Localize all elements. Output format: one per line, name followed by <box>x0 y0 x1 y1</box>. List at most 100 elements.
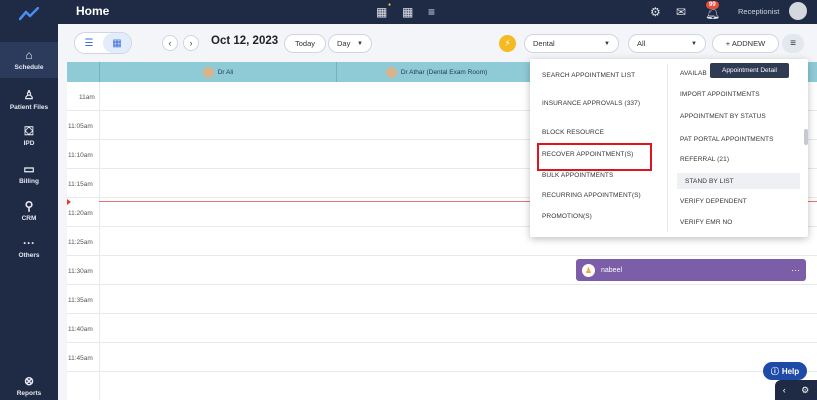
sidebar-item-label: IPD <box>23 140 35 147</box>
gear-icon: ⚙ <box>801 384 810 395</box>
sidebar-item-schedule[interactable]: ⌂ Schedule <box>0 42 58 78</box>
view-toggle: ☰ ▦ <box>74 32 132 54</box>
chevron-down-icon: ▼ <box>357 40 363 47</box>
sidebar-item-label: Billing <box>19 178 39 185</box>
toolbar: ☰ ▦ ‹ › Oct 12, 2023 Today Day ▼ ⚡︎ Dent… <box>58 24 817 62</box>
app-logo[interactable] <box>0 0 58 28</box>
person-icon: ♙ <box>23 88 35 102</box>
view-select[interactable]: Day ▼ <box>328 34 372 53</box>
help-button[interactable]: ⓘ Help <box>763 362 807 380</box>
calendar-badge-icon: ● <box>388 2 392 8</box>
menu-item-insurance-approvals[interactable]: INSURANCE APPROVALS (337) <box>542 100 640 107</box>
notification-badge: 99 <box>706 1 719 9</box>
chevron-down-icon: ▼ <box>604 40 610 47</box>
sidebar-item-label: Others <box>18 252 40 259</box>
mail-icon[interactable]: ✉ <box>676 5 686 19</box>
view-select-value: Day <box>337 39 351 48</box>
menu-item-referral[interactable]: REFERRAL (21) <box>680 156 729 163</box>
chevron-left-icon: ‹ <box>782 385 786 395</box>
sidebar: ⌂ Schedule ♙ Patient Files ⛋ IPD ▭ Billi… <box>0 0 58 400</box>
collapse-tab[interactable]: ‹ ⚙ <box>775 380 817 400</box>
bolt-icon[interactable]: ⚡︎ <box>499 35 516 52</box>
time-label: 11:25am <box>68 239 93 246</box>
dropdown-divider <box>667 64 668 232</box>
time-slot-row[interactable]: 11:40am <box>67 314 817 343</box>
dropdown-scrollbar[interactable] <box>804 129 808 145</box>
doctor-avatar <box>202 66 214 78</box>
grid-calendar-icon[interactable]: ▦ <box>402 5 413 19</box>
department-select-value: Dental <box>533 39 555 48</box>
menu-item-search-appointment-list[interactable]: SEARCH APPOINTMENT LIST <box>542 72 635 79</box>
top-header: Home ▦ ● ▦ ≡ ⚙ ✉ 🔔︎ 99 Receptionist <box>58 0 817 24</box>
today-button[interactable]: Today <box>284 34 326 53</box>
help-icon: ⓘ <box>770 366 779 376</box>
sidebar-item-crm[interactable]: ⚲ CRM <box>0 193 58 229</box>
menu-item-import-appointments[interactable]: IMPORT APPOINTMENTS <box>680 91 760 98</box>
billing-icon: ▭ <box>23 162 35 176</box>
avatar[interactable] <box>789 2 807 20</box>
menu-item-appointment-by-status[interactable]: APPOINTMENT BY STATUS <box>680 113 766 120</box>
doctor-name: Dr Athar (Dental Exam Room) <box>400 68 488 76</box>
home-icon: ⌂ <box>25 48 33 62</box>
sidebar-item-patient-files[interactable]: ♙ Patient Files <box>0 82 58 118</box>
current-time-marker <box>67 199 71 205</box>
filter-select-value: All <box>637 39 646 48</box>
sidebar-item-ipd[interactable]: ⛋ IPD <box>0 118 58 154</box>
time-label: 11:40am <box>68 326 93 333</box>
next-date-button[interactable]: › <box>183 35 199 51</box>
list-icon[interactable]: ≡ <box>428 5 435 19</box>
menu-item-promotions[interactable]: PROMOTION(S) <box>542 213 592 220</box>
department-select[interactable]: Dental ▼ <box>524 34 619 53</box>
time-label: 11:30am <box>68 268 93 275</box>
user-role[interactable]: Receptionist <box>738 7 779 16</box>
tooltip: Appointment Detail <box>710 63 789 78</box>
calendar-view-icon[interactable]: ▦ <box>103 33 131 53</box>
settings-icon[interactable]: ⚙ <box>650 5 661 19</box>
list-view-icon[interactable]: ☰ <box>75 33 103 53</box>
time-label: 11:35am <box>68 297 93 304</box>
chevron-down-icon: ▼ <box>691 40 697 47</box>
current-date: Oct 12, 2023 <box>211 35 279 47</box>
time-slot-row[interactable]: 11:45am <box>67 343 817 372</box>
page-title: Home <box>76 4 110 18</box>
sidebar-item-reports[interactable]: ⊗ Reports <box>0 368 58 400</box>
sidebar-item-label: Schedule <box>14 64 44 71</box>
menu-item-stand-by-list[interactable]: STAND BY LIST <box>685 178 734 185</box>
sidebar-item-others[interactable]: ··· Others <box>0 230 58 266</box>
time-slot-row[interactable]: 11:35am <box>67 285 817 314</box>
time-label: 11:45am <box>68 355 93 362</box>
appointment-card[interactable]: ♟ nabeel ··· <box>576 259 806 281</box>
more-icon: ··· <box>23 236 35 250</box>
time-label: 11am <box>79 94 95 101</box>
reports-icon: ⊗ <box>23 374 35 388</box>
doctor-name: Dr Ali <box>217 68 234 76</box>
menu-item-bulk-appointments[interactable]: BULK APPOINTMENTS <box>542 172 613 179</box>
more-options-icon[interactable]: ··· <box>791 265 800 275</box>
time-label: 11:05am <box>68 123 93 130</box>
menu-item-block-resource[interactable]: BLOCK RESOURCE <box>542 129 604 136</box>
menu-item-availability[interactable]: AVAILAB <box>680 70 707 77</box>
filter-select[interactable]: All ▼ <box>628 34 706 53</box>
menu-item-pat-portal-appointments[interactable]: PAT PORTAL APPOINTMENTS <box>680 136 774 143</box>
bed-icon: ⛋ <box>24 124 34 138</box>
calendar-icon[interactable]: ▦ <box>376 5 387 19</box>
sidebar-item-label: Reports <box>16 390 42 397</box>
sidebar-item-label: CRM <box>21 215 37 222</box>
time-label: 11:15am <box>68 181 93 188</box>
time-label: 11:10am <box>68 152 93 159</box>
appointment-patient-name: nabeel <box>601 266 623 274</box>
sidebar-item-label: Patient Files <box>9 104 49 111</box>
crm-icon: ⚲ <box>24 199 34 213</box>
help-label: Help <box>781 366 800 376</box>
add-new-button[interactable]: + ADDNEW <box>712 34 779 53</box>
menu-item-verify-emr-no[interactable]: VERIFY EMR NO <box>680 219 732 226</box>
menu-item-verify-dependent[interactable]: VERIFY DEPENDENT <box>680 198 747 205</box>
doctor-column-header[interactable]: Dr Athar (Dental Exam Room) <box>336 62 536 82</box>
hamburger-menu-button[interactable]: ≡ <box>782 34 804 53</box>
prev-date-button[interactable]: ‹ <box>162 35 178 51</box>
doctor-avatar <box>385 66 397 78</box>
sidebar-item-billing[interactable]: ▭ Billing <box>0 156 58 192</box>
doctor-column-header[interactable]: Dr Ali <box>99 62 336 82</box>
time-label: 11:20am <box>68 210 93 217</box>
menu-item-recurring-appointments[interactable]: RECURRING APPOINTMENT(S) <box>542 192 641 199</box>
